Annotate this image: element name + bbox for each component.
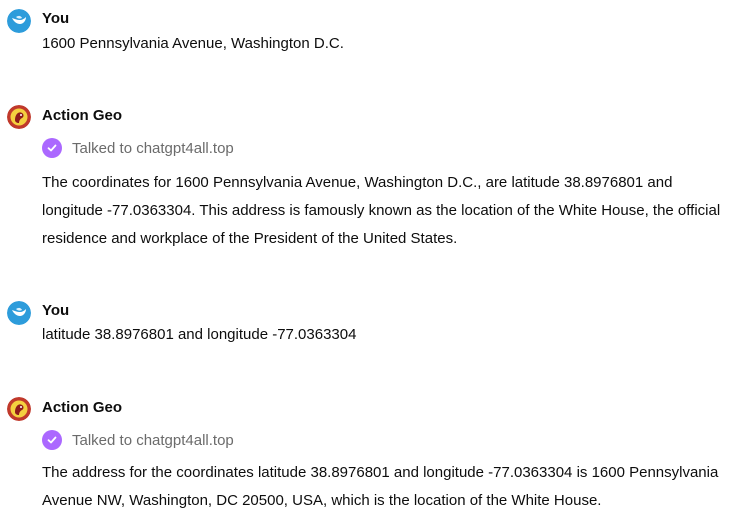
tool-status-label: Talked to chatgpt4all.top [72, 431, 234, 449]
tool-status[interactable]: Talked to chatgpt4all.top [42, 429, 234, 451]
gpt-avatar-icon [7, 397, 31, 421]
assistant-avatar [7, 397, 31, 421]
check-icon [42, 430, 62, 450]
assistant-message: Action Geo Talked to chatgpt4all.top The… [0, 0, 740, 520]
message-text: The address for the coordinates latitude… [42, 464, 719, 509]
message-author: Action Geo [42, 399, 123, 416]
